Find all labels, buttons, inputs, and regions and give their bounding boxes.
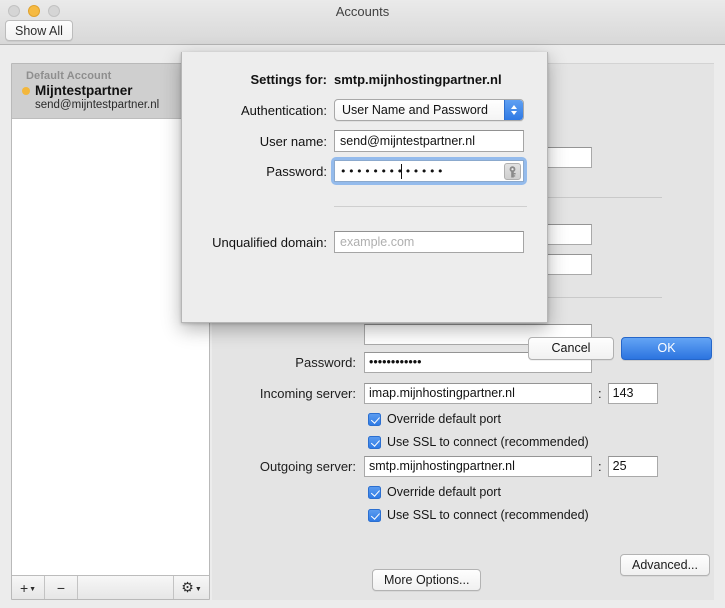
chevron-down-icon: ▼ [29,586,37,593]
keychain-icon[interactable] [504,163,521,180]
sheet-password-label: Password: [266,163,327,179]
window-title: Accounts [335,4,390,19]
incoming-use-ssl-label: Use SSL to connect (recommended) [387,435,589,449]
unqualified-domain-label: Unqualified domain: [212,234,327,250]
unqualified-domain-input[interactable]: example.com [334,231,524,253]
sidebar-toolbar: + ▼ − ⚙ ▼ [12,575,209,599]
window-titlebar: Accounts Show All [0,0,725,45]
incoming-server-label: Incoming server: [259,386,356,401]
outgoing-server-input[interactable]: smtp.mijnhostingpartner.nl [364,456,592,477]
accounts-window: Accounts Show All Default Account Mijnte… [0,0,725,608]
cancel-button[interactable]: Cancel [528,337,614,360]
settings-for-value: smtp.mijnhostingpartner.nl [334,72,502,87]
sheet-password-input[interactable]: ••••••••••••• [334,160,524,182]
advanced-button[interactable]: Advanced... [619,554,710,576]
smtp-settings-sheet: Settings for: smtp.mijnhostingpartner.nl… [181,52,712,360]
more-options-button[interactable]: More Options... [372,569,482,591]
chevron-up-icon [511,105,517,109]
remove-account-button[interactable]: − [45,576,78,599]
minus-icon: − [56,579,66,596]
incoming-override-port-label: Override default port [387,412,501,426]
authentication-selected-value: User Name and Password [342,103,488,117]
sheet-password-row: Password: ••••••••••••• [182,157,527,185]
authentication-select[interactable]: User Name and Password [334,99,524,121]
sidebar-toolbar-spacer [78,576,173,599]
incoming-override-port-checkbox-row[interactable]: Override default port [368,412,501,426]
account-email: send@mijntestpartner.nl [35,99,160,111]
stepper-arrows-icon[interactable] [504,100,523,120]
ok-button[interactable]: OK [621,337,712,360]
show-all-button[interactable]: Show All [5,20,73,41]
account-group-label: Default Account [26,70,112,82]
outgoing-override-port-checkbox-row[interactable]: Override default port [368,485,501,499]
checkbox-icon[interactable] [368,508,381,522]
sheet-password-value: ••••••••••••• [340,165,446,178]
outgoing-port-input[interactable]: 25 [607,456,658,477]
authentication-label: Authentication: [240,102,327,118]
chevron-down-icon: ▼ [194,586,202,593]
username-input[interactable]: send@mijntestpartner.nl [334,130,524,152]
incoming-use-ssl-checkbox-row[interactable]: Use SSL to connect (recommended) [368,435,589,449]
outgoing-server-row: Outgoing server: smtp.mijnhostingpartner… [212,456,658,477]
account-name: Mijntestpartner [35,83,133,98]
outgoing-port-colon: : [598,459,602,474]
list-item[interactable]: Default Account Mijntestpartner send@mij… [12,64,209,119]
outgoing-use-ssl-checkbox-row[interactable]: Use SSL to connect (recommended) [368,508,589,522]
checkbox-icon[interactable] [368,435,381,449]
password-label: Password: [295,355,356,370]
incoming-server-row: Incoming server: imap.mijnhostingpartner… [212,383,658,404]
unqualified-domain-row: Unqualified domain: example.com [182,231,524,253]
settings-for-row: Settings for: smtp.mijnhostingpartner.nl [182,72,502,87]
sheet-separator [334,206,527,207]
incoming-server-input[interactable]: imap.mijnhostingpartner.nl [364,383,592,404]
incoming-port-input[interactable]: 143 [607,383,658,404]
username-row: User name: send@mijntestpartner.nl [182,130,524,152]
checkbox-icon[interactable] [368,485,381,499]
outgoing-server-label: Outgoing server: [259,459,356,474]
chevron-down-icon [511,111,517,115]
gear-icon: ⚙ [181,579,194,595]
settings-for-label: Settings for: [250,72,327,87]
checkbox-icon[interactable] [368,412,381,426]
plus-icon: + [19,579,29,596]
authentication-row: Authentication: User Name and Password [182,99,524,121]
username-label: User name: [259,133,327,149]
outgoing-override-port-label: Override default port [387,485,501,499]
text-caret [401,164,402,179]
outgoing-use-ssl-label: Use SSL to connect (recommended) [387,508,589,522]
sheet-password-field-wrap: ••••••••••••• [331,157,527,185]
account-name-line: Mijntestpartner [12,83,209,98]
account-status-dot-icon [22,86,30,95]
account-actions-button[interactable]: ⚙ ▼ [173,576,209,599]
add-account-button[interactable]: + ▼ [12,576,45,599]
incoming-port-colon: : [598,386,602,401]
